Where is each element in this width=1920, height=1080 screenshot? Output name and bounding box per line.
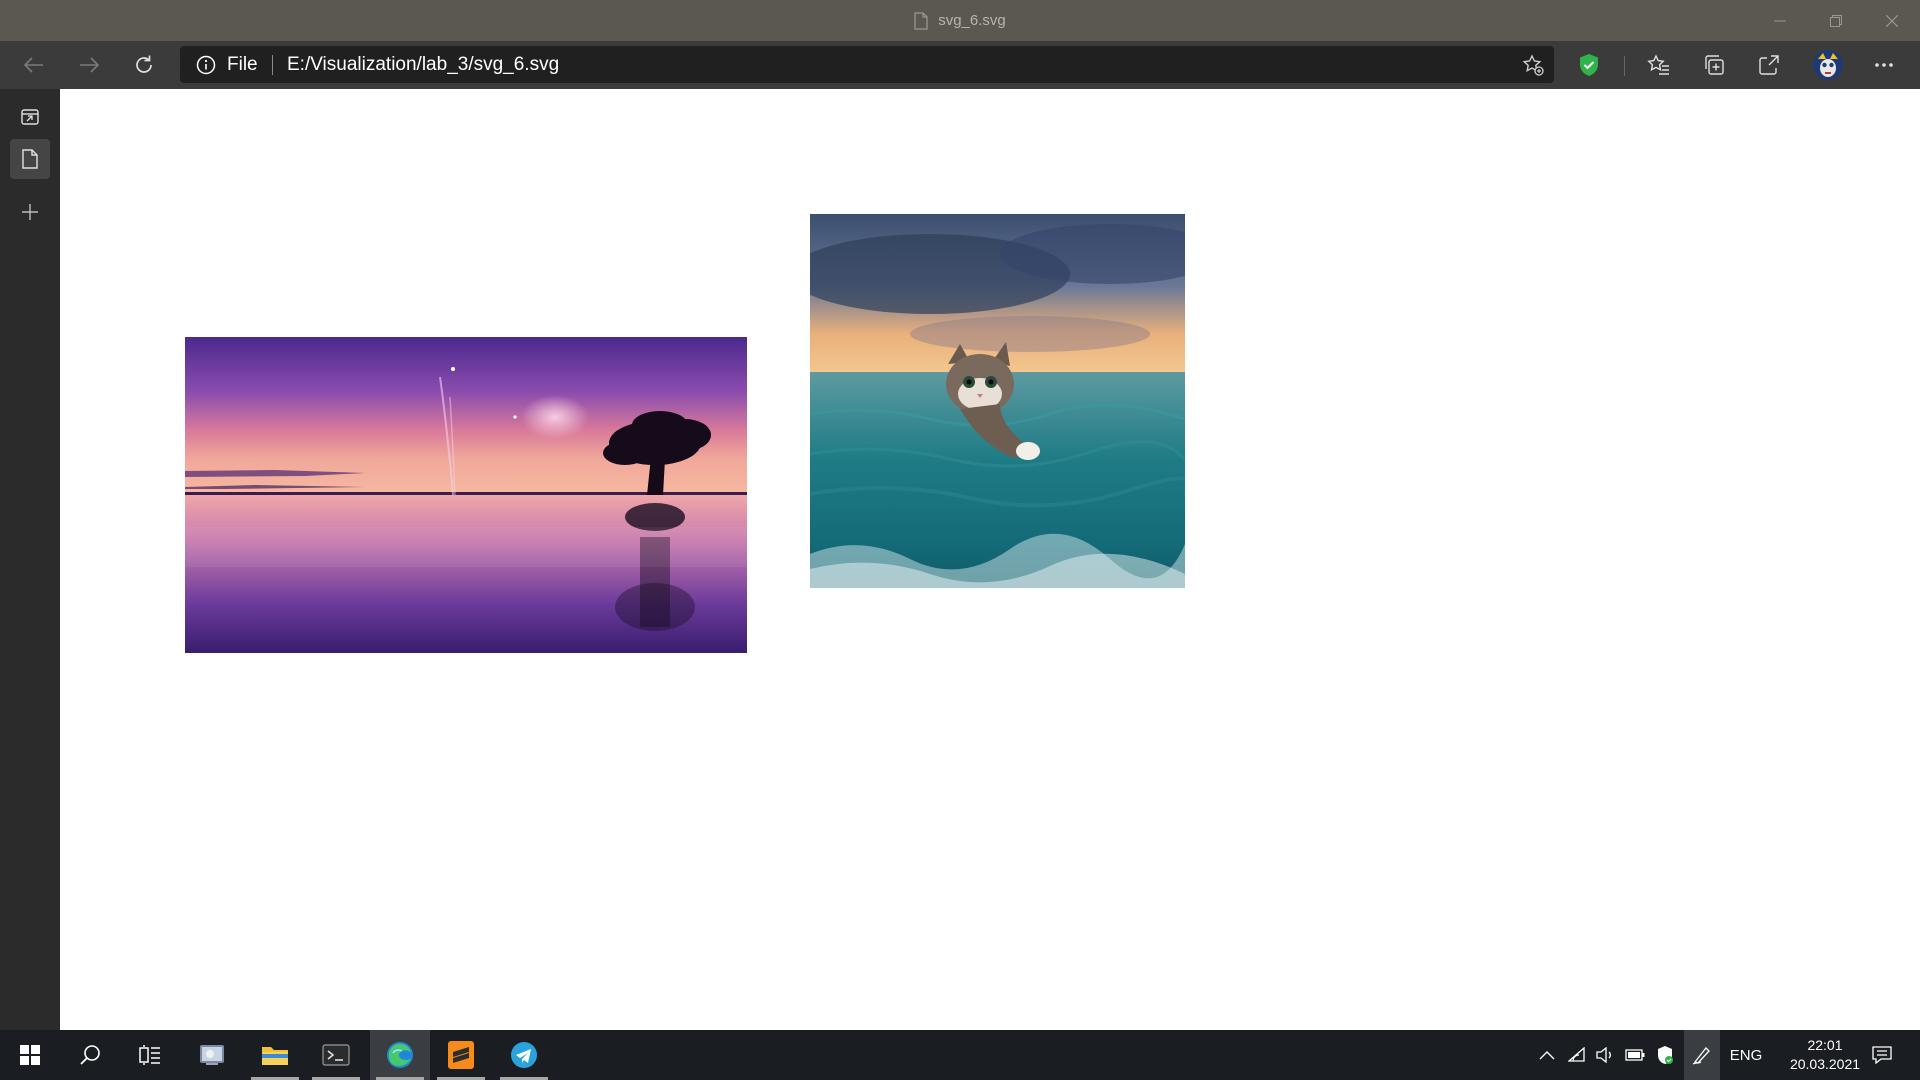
notifications-button[interactable] bbox=[1864, 1030, 1900, 1080]
battery-icon bbox=[1625, 1049, 1645, 1061]
security-button[interactable] bbox=[1652, 1030, 1678, 1080]
toolbar-divider bbox=[1624, 56, 1625, 76]
info-icon[interactable] bbox=[196, 55, 216, 80]
page-tab[interactable] bbox=[10, 139, 50, 179]
notification-icon bbox=[1872, 1046, 1892, 1064]
taskbar: ENG 22:01 20.03.2021 bbox=[0, 1030, 1920, 1080]
pinned-app-button[interactable] bbox=[182, 1030, 242, 1080]
window-controls bbox=[1752, 0, 1920, 41]
chevron-up-icon bbox=[1539, 1051, 1555, 1060]
page-content bbox=[60, 89, 1920, 1030]
search-icon bbox=[80, 1045, 100, 1065]
file-explorer-button[interactable] bbox=[245, 1030, 305, 1080]
file-explorer-icon bbox=[262, 1047, 288, 1065]
shield-extension-icon bbox=[1580, 54, 1598, 76]
app-icon bbox=[200, 1045, 224, 1065]
task-view-icon bbox=[139, 1045, 160, 1065]
pen-icon bbox=[1692, 1047, 1710, 1065]
forward-button[interactable] bbox=[71, 47, 107, 83]
tab-actions-button[interactable] bbox=[10, 97, 50, 137]
navigation-bar: File E:/Visualization/lab_3/svg_6.svg bbox=[0, 41, 1920, 89]
title-bar: svg_6.svg bbox=[0, 0, 1920, 41]
refresh-icon bbox=[136, 55, 152, 73]
arrow-right-icon bbox=[80, 57, 99, 73]
site-scheme-label[interactable]: File bbox=[227, 54, 258, 76]
show-hidden-icons-button[interactable] bbox=[1534, 1030, 1560, 1080]
collections-button[interactable] bbox=[1696, 47, 1732, 83]
vertical-tabs-sidebar bbox=[0, 89, 60, 1030]
add-favorite-icon[interactable] bbox=[1522, 54, 1544, 81]
screen: svg_6.svg File E:/Visualization/lab_3/sv… bbox=[0, 0, 1920, 1080]
minimize-icon bbox=[1774, 20, 1786, 21]
share-icon bbox=[1759, 55, 1779, 75]
favorites-icon bbox=[1647, 54, 1669, 75]
collections-icon bbox=[1705, 55, 1724, 75]
edge-icon bbox=[387, 1042, 413, 1068]
volume-button[interactable] bbox=[1592, 1030, 1618, 1080]
kitten-ocean-image bbox=[810, 214, 1185, 588]
document-icon bbox=[914, 11, 928, 30]
minimize-button[interactable] bbox=[1752, 0, 1808, 41]
address-divider bbox=[272, 55, 273, 75]
wifi-icon bbox=[1568, 1047, 1585, 1062]
address-bar[interactable]: File E:/Visualization/lab_3/svg_6.svg bbox=[180, 46, 1554, 83]
shield-extension-button[interactable] bbox=[1571, 47, 1607, 83]
profile-avatar bbox=[1813, 50, 1843, 80]
language-indicator[interactable]: ENG bbox=[1726, 1030, 1766, 1080]
battery-button[interactable] bbox=[1622, 1030, 1648, 1080]
telegram-icon bbox=[511, 1042, 537, 1068]
close-icon bbox=[1886, 14, 1898, 27]
more-icon bbox=[1875, 63, 1893, 67]
task-view-button[interactable] bbox=[120, 1030, 180, 1080]
speaker-icon bbox=[1596, 1047, 1611, 1063]
restore-icon bbox=[1830, 14, 1842, 27]
defender-shield-icon bbox=[1658, 1046, 1673, 1064]
terminal-button[interactable] bbox=[306, 1030, 366, 1080]
sublime-text-button[interactable] bbox=[431, 1030, 491, 1080]
arrow-left-icon bbox=[24, 57, 43, 73]
pen-workspace-button[interactable] bbox=[1684, 1030, 1720, 1080]
profile-button[interactable] bbox=[1810, 47, 1846, 83]
address-url[interactable]: E:/Visualization/lab_3/svg_6.svg bbox=[287, 54, 559, 76]
search-button[interactable] bbox=[60, 1030, 120, 1080]
restore-button[interactable] bbox=[1808, 0, 1864, 41]
clock-date: 20.03.2021 bbox=[1789, 1056, 1861, 1072]
edge-button[interactable] bbox=[370, 1030, 430, 1080]
new-tab-icon bbox=[22, 204, 38, 220]
share-button[interactable] bbox=[1751, 47, 1787, 83]
more-button[interactable] bbox=[1866, 47, 1902, 83]
close-button[interactable] bbox=[1864, 0, 1920, 41]
terminal-icon bbox=[322, 1044, 350, 1066]
network-button[interactable] bbox=[1564, 1030, 1590, 1080]
telegram-button[interactable] bbox=[494, 1030, 554, 1080]
start-icon bbox=[20, 1045, 40, 1065]
start-button[interactable] bbox=[0, 1030, 60, 1080]
window-title: svg_6.svg bbox=[938, 12, 1006, 29]
page-tab-icon bbox=[22, 149, 38, 169]
refresh-button[interactable] bbox=[126, 47, 162, 83]
favorites-button[interactable] bbox=[1641, 47, 1677, 83]
back-button[interactable] bbox=[16, 47, 52, 83]
tab-actions-icon bbox=[21, 109, 39, 125]
sunset-lake-image bbox=[185, 337, 747, 653]
clock[interactable]: 22:01 20.03.2021 bbox=[1780, 1036, 1870, 1074]
window-title-area: svg_6.svg bbox=[0, 0, 1920, 41]
sublime-text-icon bbox=[448, 1041, 474, 1069]
clock-time: 22:01 bbox=[1807, 1037, 1843, 1053]
new-tab-button[interactable] bbox=[10, 192, 50, 232]
